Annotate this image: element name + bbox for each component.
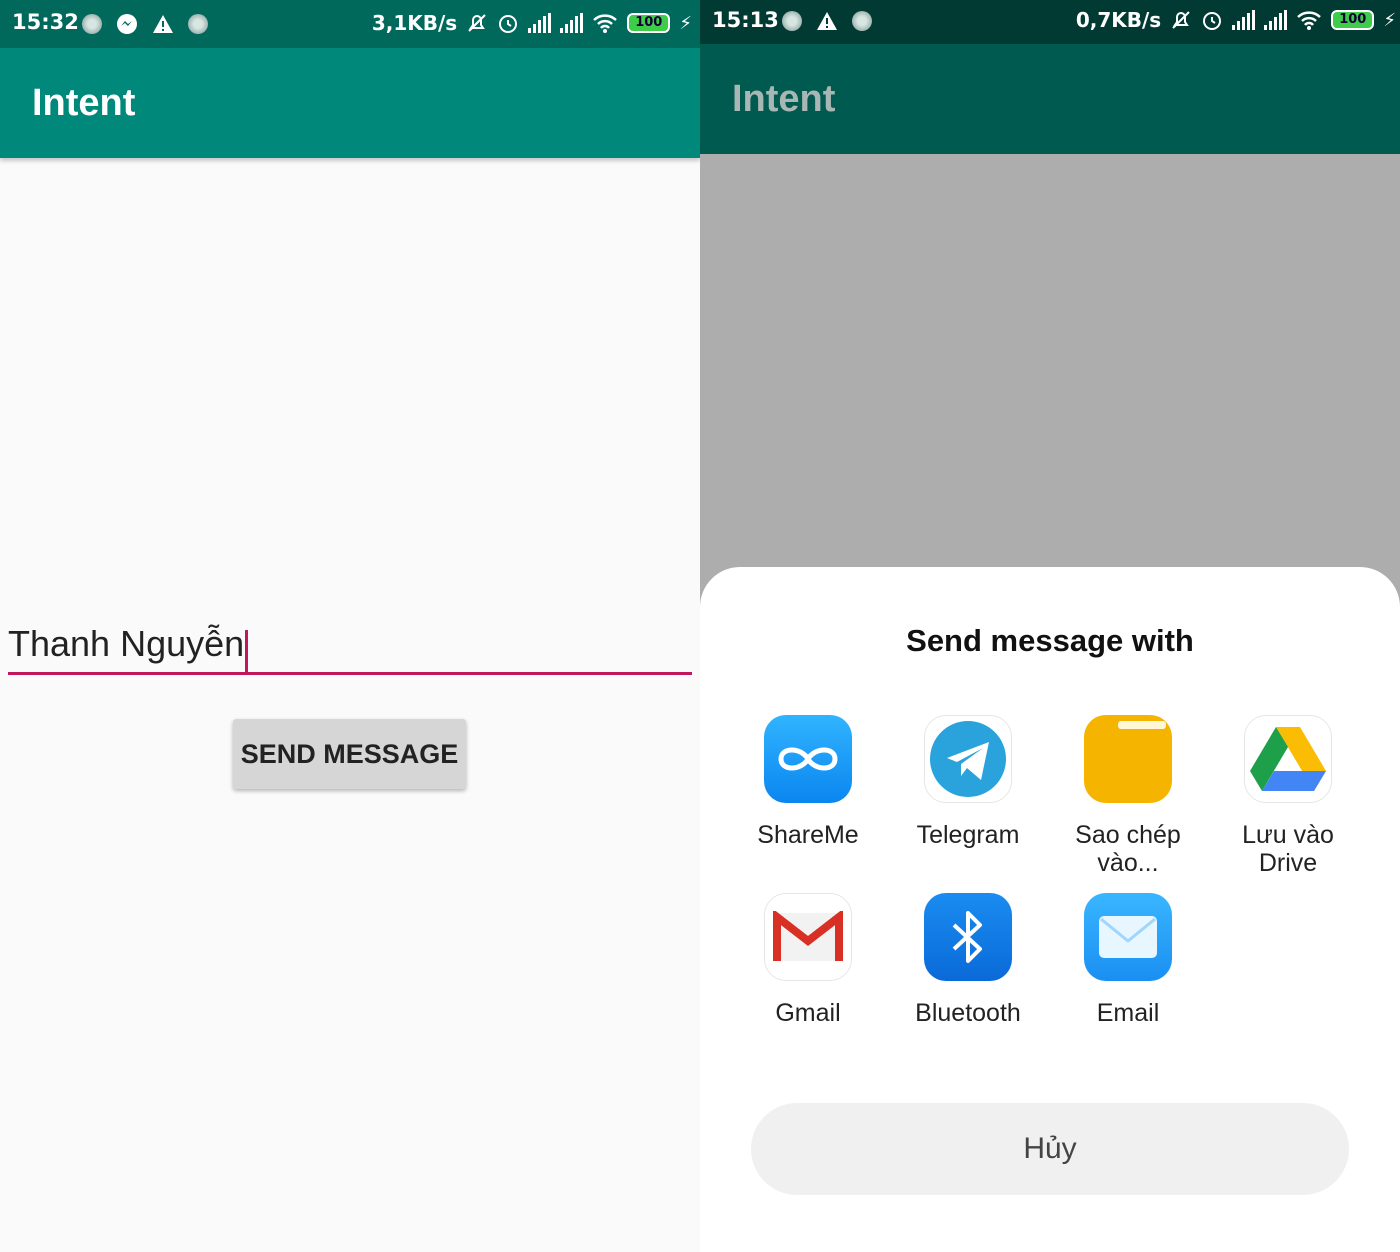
signal-icon [1232,10,1256,30]
notification-icons [782,10,872,32]
share-target-shareme[interactable]: ShareMe [728,715,888,849]
app-notification-icon [82,14,102,34]
notification-icons [82,13,208,35]
app-label: Gmail [775,999,841,1027]
wifi-icon [1297,11,1322,30]
share-target-gmail[interactable]: Gmail [728,893,888,1027]
app-label: Lưu vào Drive [1242,821,1334,877]
left-screen: 15:32 3,1KB/s 100 ⚡ Intent Thanh Nguyễn … [0,0,700,1252]
mute-icon [468,14,486,32]
share-sheet-title: Send message with [906,623,1194,658]
shareme-icon [764,715,852,803]
drive-icon [1244,715,1332,803]
system-status: 3,1KB/s 100 ⚡ [372,11,692,35]
wifi-icon [593,14,618,33]
app-title: Intent [732,78,836,120]
gmail-icon [764,893,852,981]
share-target-telegram[interactable]: Telegram [888,715,1048,849]
messenger-icon [117,14,137,34]
app-notification-icon [188,14,208,34]
network-speed: 0,7KB/s [1075,8,1162,32]
message-input[interactable]: Thanh Nguyễn [8,615,692,675]
send-message-button[interactable]: SEND MESSAGE [233,719,466,789]
system-status: 0,7KB/s 100 ⚡ [1076,8,1396,32]
app-label: Telegram [916,821,1020,849]
charging-icon: ⚡ [1383,9,1396,31]
warning-icon [817,12,837,30]
message-input-text: Thanh Nguyễn [8,623,245,664]
status-bar: 15:13 0,7KB/s 100 ⚡ [700,0,1400,44]
share-target-bluetooth[interactable]: Bluetooth [888,893,1048,1027]
signal-icon-2 [560,13,584,33]
app-notification-icon [852,11,872,31]
battery-icon: 100 [627,13,671,33]
status-time: 15:32 [12,10,79,34]
signal-icon [528,13,552,33]
app-label: ShareMe [757,821,859,849]
status-time: 15:13 [712,8,779,32]
app-label: Bluetooth [915,999,1021,1027]
signal-icon-2 [1264,10,1288,30]
status-bar: 15:32 3,1KB/s 100 ⚡ [0,0,700,48]
app-bar: Intent [0,48,700,158]
charging-icon: ⚡ [679,12,692,34]
alarm-icon [1203,12,1222,30]
folder-icon [1084,715,1172,803]
cancel-button[interactable]: Hủy [751,1103,1349,1195]
right-screen: 15:13 0,7KB/s 100 ⚡ Intent Send message … [700,0,1400,1252]
mute-icon [1172,11,1190,29]
app-label: Email [1096,999,1160,1027]
warning-icon [153,15,173,33]
share-sheet: Send message with ShareMe Telegram Sao c… [700,567,1400,1252]
text-cursor [245,629,249,674]
bluetooth-icon [924,893,1012,981]
email-icon [1084,893,1172,981]
share-target-drive[interactable]: Lưu vào Drive [1208,715,1368,877]
network-speed: 3,1KB/s [371,11,458,35]
telegram-icon [924,715,1012,803]
share-target-copy-to[interactable]: Sao chép vào... [1048,715,1208,877]
battery-icon: 100 [1331,10,1375,30]
app-notification-icon [782,11,802,31]
app-title: Intent [32,82,136,124]
alarm-icon [499,15,518,33]
app-bar: Intent [700,44,1400,154]
app-label: Sao chép vào... [1075,821,1181,877]
share-target-email[interactable]: Email [1048,893,1208,1027]
